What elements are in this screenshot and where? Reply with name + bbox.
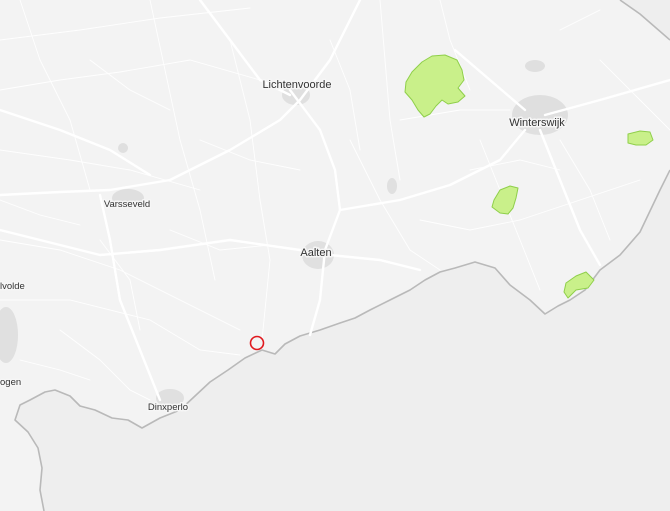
place-label-edge-upper: lvolde: [0, 281, 25, 292]
place-label-lichtenvoorde: Lichtenvoorde: [262, 79, 331, 91]
map-canvas[interactable]: Lichtenvoorde Winterswijk Varsseveld Aal…: [0, 0, 670, 511]
basemap: Lichtenvoorde Winterswijk Varsseveld Aal…: [0, 0, 670, 511]
place-label-varsseveld: Varsseveld: [104, 199, 150, 210]
place-label-edge-lower: ogen: [0, 377, 21, 388]
place-label-dinxperlo: Dinxperlo: [148, 402, 188, 413]
place-label-winterswijk: Winterswijk: [509, 117, 565, 129]
place-label-aalten: Aalten: [300, 247, 331, 259]
nature-area-east: [627, 130, 654, 146]
